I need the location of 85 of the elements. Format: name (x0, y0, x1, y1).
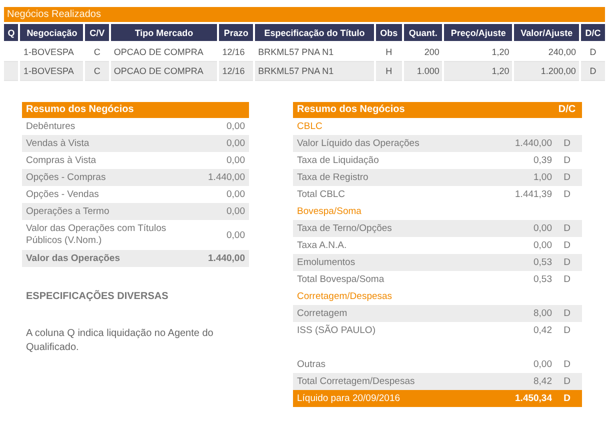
row-value: 0,00 (226, 155, 245, 166)
row-value: 8,00 (534, 308, 552, 319)
row-value: 0,00 (226, 138, 245, 149)
column-header: D/C (580, 24, 605, 43)
row-label: Taxa de Registro (297, 172, 370, 184)
row-value: 8,42 (534, 376, 552, 387)
section-title: Negócios Realizados (4, 7, 605, 22)
column-header: Prazo (219, 24, 254, 43)
row-label: Valor Líquido das Operações (297, 138, 420, 150)
table-cell: OPCAO DE COMPRA (110, 62, 218, 81)
row-label: Debêntures (26, 120, 76, 132)
row-label: Valor das Operações (26, 252, 121, 264)
row-label: Vendas à Vista (26, 138, 90, 150)
dc-value: D (562, 359, 572, 370)
row-value: 0,00 (226, 189, 245, 200)
row-label: Corretagem (297, 308, 348, 320)
row-value: 0,00 (534, 240, 552, 251)
table-cell: 12/16 (219, 62, 254, 81)
dc-value: D (562, 257, 572, 268)
row-value: 1,00 (534, 172, 552, 183)
row-value: 1.441,39 (515, 189, 552, 200)
row-label: Taxa de Liquidação (297, 154, 380, 166)
row-label: Compras à Vista (26, 154, 98, 166)
row-label: Total CBLC (297, 188, 346, 200)
dc-value: D (562, 172, 572, 183)
dc-header: D/C (557, 103, 577, 117)
column-header: C/V (85, 24, 109, 43)
table-cell: 1,20 (444, 62, 512, 81)
group-heading: CBLC (297, 120, 324, 132)
row-value: 0,00 (534, 359, 552, 370)
panel-title: Resumo dos Negócios (297, 103, 405, 117)
row-value: 1.450,34 (515, 393, 552, 404)
dc-value: D (562, 155, 572, 166)
dc-value: D (562, 138, 572, 149)
dc-value: D (562, 240, 572, 251)
note-text: A coluna Q indica liquidação no Agente do Qualificado. (26, 327, 214, 355)
row-value: 0,00 (226, 121, 245, 132)
row-value: 0,00 (226, 230, 245, 240)
row-label: ISS (SÃO PAULO) (297, 324, 376, 336)
section-heading: ESPECIFICAÇÕES DIVERSAS (26, 291, 170, 302)
dc-value: D (562, 325, 572, 336)
group-heading: Bovespa/Soma (297, 206, 362, 218)
dc-value: D (562, 393, 572, 404)
table-cell: 1-BOVESPA (20, 62, 84, 81)
row-label: Operações a Termo (26, 206, 110, 218)
row-value: 0,53 (534, 274, 552, 285)
dc-value: D (562, 274, 572, 285)
column-header: Quant. (404, 24, 442, 43)
column-header: Especificação do Título (255, 24, 374, 43)
dc-value: D (562, 189, 572, 200)
row-label: Opções - Compras (26, 172, 107, 184)
column-header: Q (4, 24, 18, 43)
table-cell: C (85, 62, 109, 81)
group-heading: Corretagem/Despesas (297, 290, 394, 302)
table-cell: D (580, 62, 605, 81)
row-label: Total Corretagem/Despesas (297, 376, 416, 388)
dc-value: D (562, 223, 572, 234)
table-cell: 1.200,00 (514, 62, 579, 81)
table-cell: 1.000 (404, 62, 442, 81)
row-value: 1.440,00 (515, 138, 552, 149)
row-value: 0,39 (534, 155, 552, 166)
row-label: Opções - Vendas (26, 188, 100, 200)
row-label: Emolumentos (297, 256, 356, 268)
row-value: 0,00 (226, 206, 245, 217)
row-value: 1.440,00 (208, 172, 245, 183)
row-label: Outras (297, 358, 327, 370)
row-label: Líquido para 20/09/2016 (297, 392, 402, 404)
panel-header: Resumo dos Negócios (22, 102, 249, 118)
dc-value: D (562, 308, 572, 319)
dc-value: D (562, 376, 572, 387)
column-header: Obs (376, 24, 402, 43)
row-label: Taxa A.N.A. (297, 240, 348, 252)
column-header: Preço/Ajuste (444, 24, 512, 43)
row-value: 0,00 (534, 223, 552, 234)
table-cell: BRKML57 PNA N1 (255, 62, 374, 81)
table-cell: H (376, 62, 402, 81)
row-value: 0,53 (534, 257, 552, 268)
row-value: 1.440,00 (208, 253, 245, 264)
row-label: Valor das Operações com Títulos Públicos (V.Nom.) (26, 223, 168, 247)
column-header: Negociação (20, 24, 84, 43)
column-header: Tipo Mercado (110, 24, 218, 43)
column-header: Valor/Ajuste (514, 24, 579, 43)
row-label: Taxa de Terno/Opções (297, 222, 393, 234)
row-value: 0,42 (534, 325, 552, 336)
row-label: Total Bovespa/Soma (297, 274, 386, 286)
